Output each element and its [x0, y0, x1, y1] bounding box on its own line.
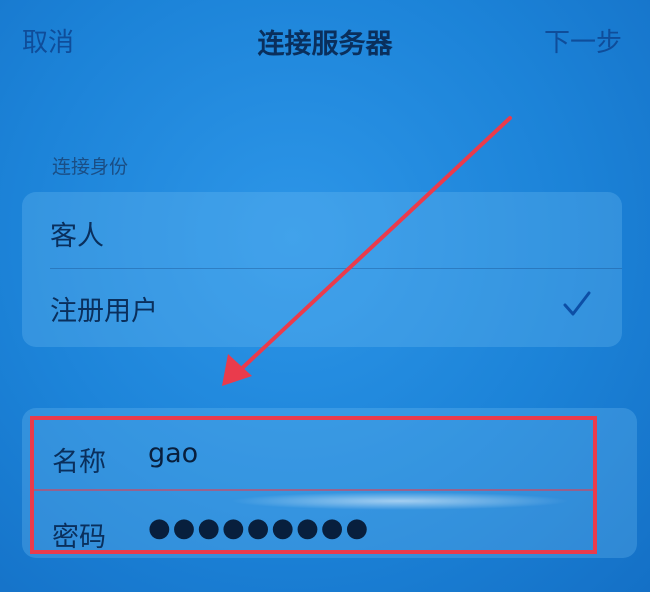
annotation-highlight-divider	[34, 489, 593, 491]
identity-options-group: 客人 注册用户	[22, 192, 622, 347]
option-guest[interactable]: 客人	[22, 192, 622, 268]
option-registered-user-label: 注册用户	[50, 296, 158, 327]
option-guest-label: 客人	[50, 221, 104, 252]
next-button[interactable]: 下一步	[544, 22, 622, 59]
option-registered-user[interactable]: 注册用户	[22, 269, 622, 347]
section-header-identity: 连接身份	[52, 156, 129, 178]
checkmark-icon	[563, 291, 591, 316]
navigation-bar: 取消 连接服务器 下一步	[0, 0, 650, 90]
annotation-highlight-box	[30, 416, 597, 554]
